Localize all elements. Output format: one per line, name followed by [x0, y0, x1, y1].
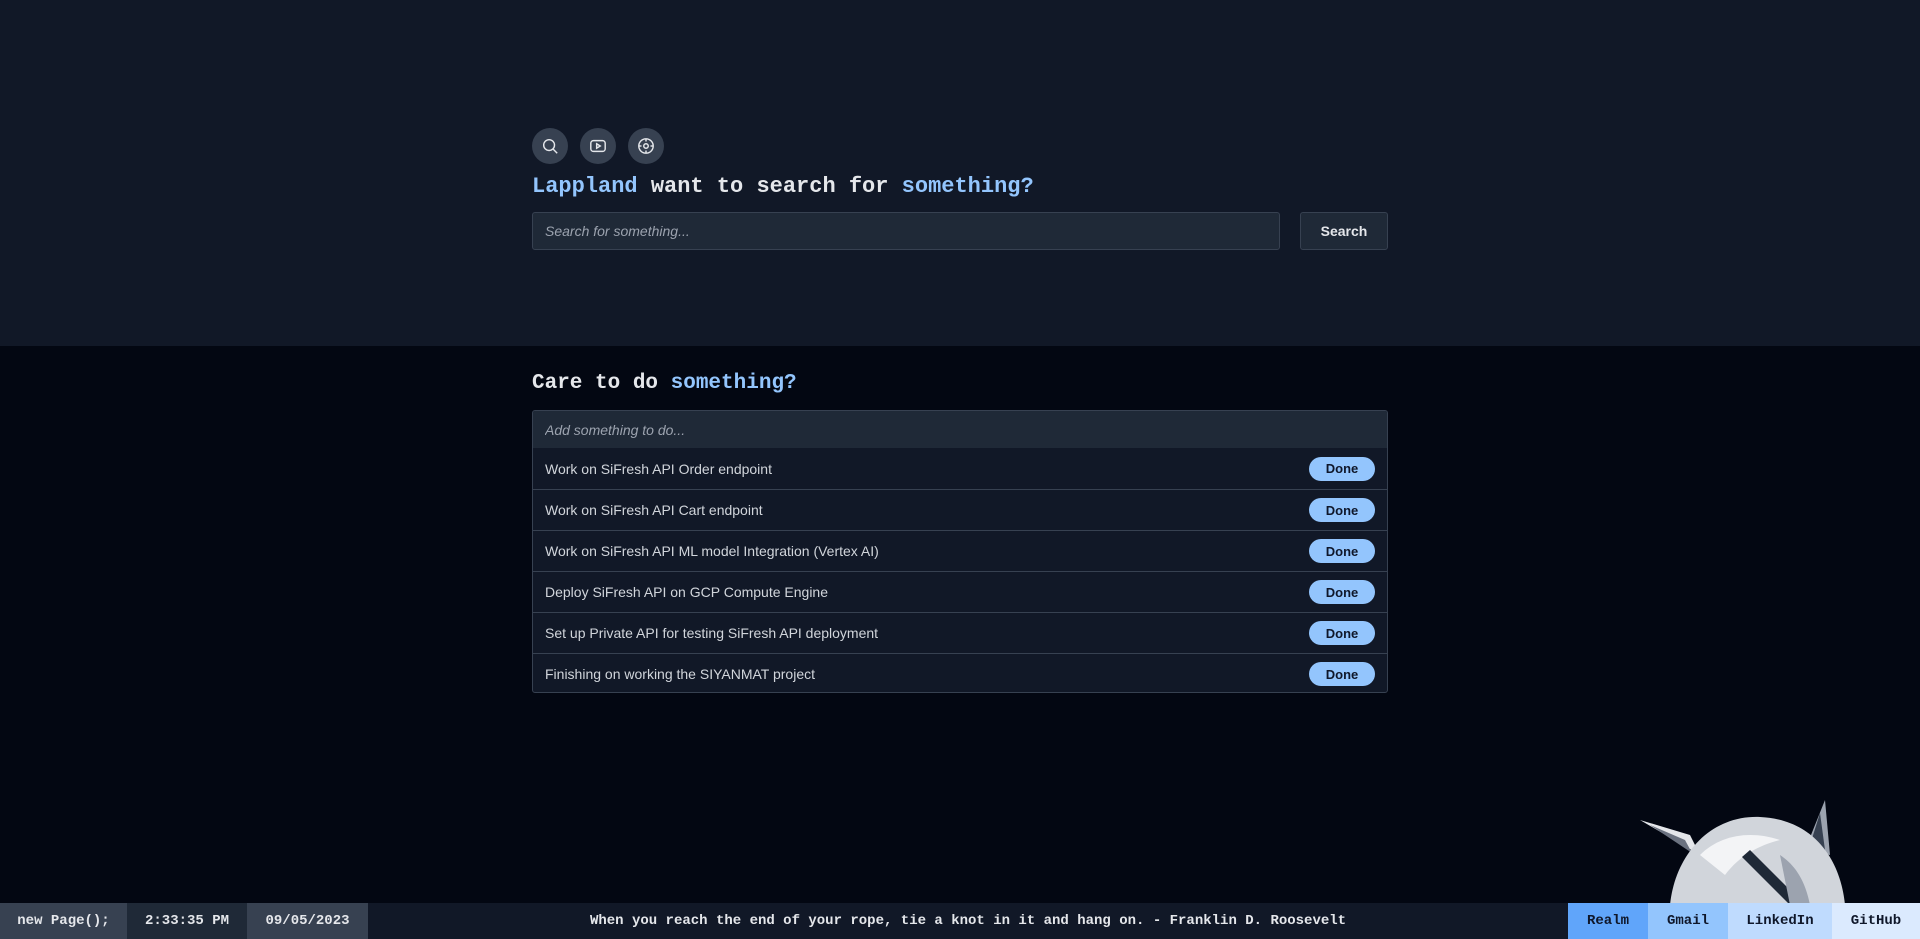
todo-item: Work on SiFresh API Order endpoint Done	[533, 448, 1387, 489]
todo-item-label: Set up Private API for testing SiFresh A…	[545, 625, 879, 641]
clock-date: 09/05/2023	[247, 903, 368, 939]
link-realm[interactable]: Realm	[1568, 903, 1648, 939]
todo-item: Work on SiFresh API ML model Integration…	[533, 530, 1387, 571]
todo-item-label: Deploy SiFresh API on GCP Compute Engine	[545, 584, 829, 600]
page-label: new Page();	[0, 903, 127, 939]
search-engine-compass-button[interactable]	[628, 128, 664, 164]
todo-title: Care to do something?	[532, 372, 1388, 402]
todo-item: Set up Private API for testing SiFresh A…	[533, 612, 1387, 653]
todo-title-prefix: Care to do	[532, 372, 671, 395]
todo-item-label: Finishing on working the SIYANMAT projec…	[545, 666, 816, 682]
search-engine-youtube-button[interactable]	[580, 128, 616, 164]
todo-list: Work on SiFresh API Order endpointDoneWo…	[532, 410, 1388, 693]
link-github[interactable]: GitHub	[1832, 903, 1920, 939]
link-linkedin[interactable]: LinkedIn	[1728, 903, 1832, 939]
todo-item: Finishing on working the SIYANMAT projec…	[533, 653, 1387, 692]
clock-time: 2:33:35 PM	[127, 903, 247, 939]
todo-item-label: Work on SiFresh API ML model Integration…	[545, 543, 879, 559]
mascot-illustration	[1640, 800, 1845, 905]
todo-items: Work on SiFresh API Order endpoint Done Wo…	[533, 448, 1387, 692]
search-button[interactable]: Search	[1300, 212, 1388, 250]
headline-accent: something?	[901, 174, 1034, 199]
todo-title-accent: something?	[670, 372, 797, 395]
youtube-icon	[590, 139, 606, 153]
link-gmail[interactable]: Gmail	[1648, 903, 1728, 939]
headline-middle: want to search for	[637, 174, 902, 199]
search-bar: Search	[532, 212, 1388, 250]
todo-item: Work on SiFresh API Cart endpoint Done	[533, 489, 1387, 530]
search-headline: Lappland want to search for something?	[532, 174, 1388, 204]
quote-text: When you reach the end of your rope, tie…	[589, 913, 1347, 929]
search-icon	[542, 138, 558, 154]
status-bar: new Page(); 2:33:35 PM 09/05/2023 When y…	[0, 903, 1920, 939]
compass-icon	[638, 138, 654, 154]
done-button[interactable]: Done	[1309, 456, 1375, 481]
done-button[interactable]: Done	[1309, 621, 1375, 645]
todo-item-label: Work on SiFresh API Cart endpoint	[545, 502, 763, 518]
headline-name: Lappland	[532, 174, 638, 199]
search-section	[0, 0, 1920, 346]
search-input[interactable]	[532, 212, 1280, 250]
search-engine-selector	[532, 128, 1388, 164]
search-engine-google-button[interactable]	[532, 128, 568, 164]
done-button[interactable]: Done	[1309, 498, 1375, 522]
done-button[interactable]: Done	[1309, 539, 1375, 563]
todo-input[interactable]	[533, 411, 1387, 448]
todo-item-label: Work on SiFresh API Order endpoint	[545, 460, 772, 477]
done-button[interactable]: Done	[1309, 662, 1375, 686]
done-button[interactable]: Done	[1309, 580, 1375, 604]
todo-item: Deploy SiFresh API on GCP Compute Engine…	[533, 571, 1387, 612]
